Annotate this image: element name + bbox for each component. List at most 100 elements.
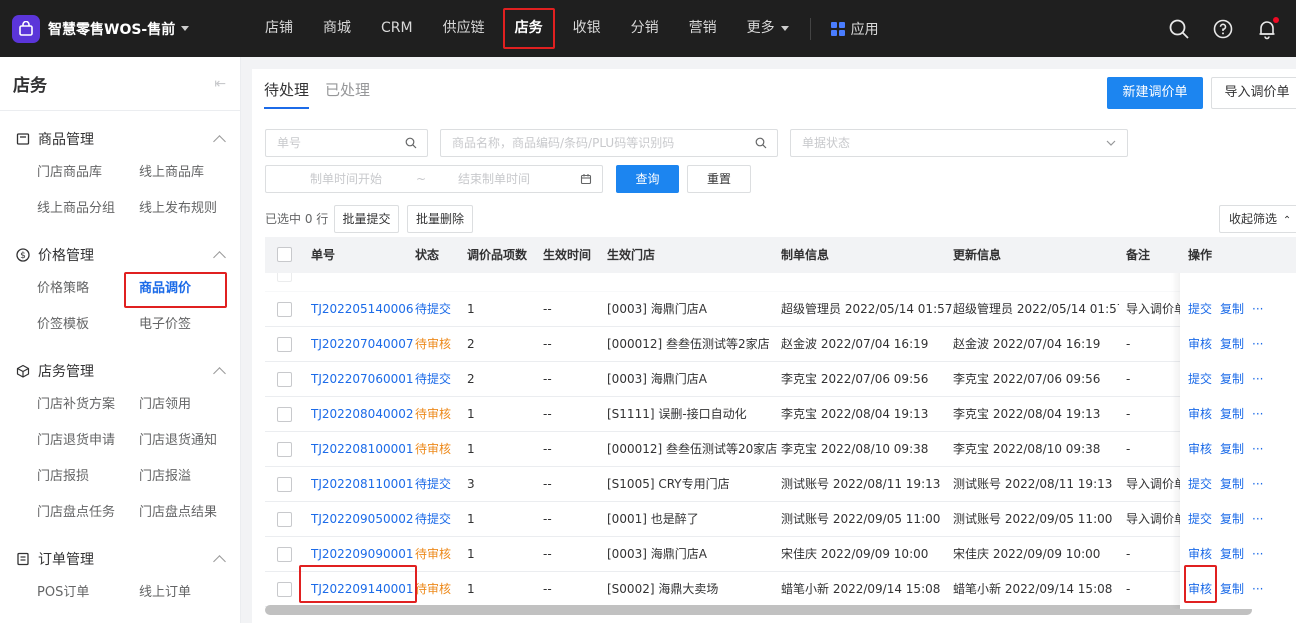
nav-item-distribution[interactable]: 分销 — [616, 0, 674, 57]
nav-item-marketing[interactable]: 营销 — [674, 0, 732, 57]
select-all-checkbox[interactable] — [277, 247, 292, 262]
sidebar-item-replenish[interactable]: 门店补货方案 — [37, 387, 139, 423]
collapse-sidebar-icon[interactable]: ⇤ — [214, 76, 226, 92]
order-no-link[interactable]: TJ202208040002 — [311, 397, 414, 432]
copy-link[interactable]: 复制 — [1220, 582, 1244, 596]
status-select[interactable]: 单据状态 — [790, 129, 1128, 157]
tab-processed[interactable]: 已处理 — [325, 79, 370, 109]
import-adjustment-button[interactable]: 导入调价单 — [1211, 77, 1296, 109]
horizontal-scrollbar[interactable] — [265, 605, 1252, 615]
order-no-link[interactable]: TJ202205140006 — [311, 292, 414, 327]
order-no-link[interactable]: TJ202209090001 — [311, 537, 414, 572]
help-icon[interactable] — [1212, 18, 1234, 40]
sidebar-item-stocktake-result[interactable]: 门店盘点结果 — [139, 495, 241, 531]
order-no-link[interactable]: TJ202209140001 — [311, 572, 414, 607]
batch-submit-button[interactable]: 批量提交 — [334, 205, 399, 233]
app-switcher[interactable]: 智慧零售WOS-售前 — [0, 14, 250, 43]
action-primary-link[interactable]: 审核 — [1188, 337, 1212, 351]
action-primary-link[interactable]: 提交 — [1188, 302, 1212, 316]
sidebar-item-online-orders[interactable]: 线上订单 — [139, 575, 241, 611]
row-checkbox[interactable] — [277, 407, 292, 422]
row-checkbox[interactable] — [277, 512, 292, 527]
order-no-input[interactable]: 单号 — [265, 129, 428, 157]
more-actions-icon[interactable]: ··· — [1252, 302, 1263, 316]
reset-button[interactable]: 重置 — [687, 165, 751, 193]
sidebar-item-pos-orders[interactable]: POS订单 — [37, 575, 139, 611]
action-primary-link[interactable]: 审核 — [1188, 442, 1212, 456]
more-actions-icon[interactable]: ··· — [1252, 407, 1263, 421]
sidebar-item-label-template[interactable]: 价签模板 — [37, 307, 139, 343]
sidebar-group-head[interactable]: 店务管理 — [16, 361, 226, 381]
row-checkbox[interactable] — [277, 372, 292, 387]
sidebar-item-online-products[interactable]: 线上商品库 — [139, 155, 241, 191]
sidebar-item-stocktake-task[interactable]: 门店盘点任务 — [37, 495, 139, 531]
nav-item-supply-chain[interactable]: 供应链 — [428, 0, 500, 57]
order-no-link[interactable]: TJ202209050002 — [311, 502, 414, 537]
query-button[interactable]: 查询 — [616, 165, 679, 193]
search-icon[interactable] — [1168, 18, 1190, 40]
more-actions-icon[interactable]: ··· — [1252, 582, 1263, 596]
action-primary-link[interactable]: 提交 — [1188, 372, 1212, 386]
sidebar-group-head[interactable]: $ 价格管理 — [16, 245, 226, 265]
more-actions-icon[interactable]: ··· — [1252, 337, 1263, 351]
copy-link[interactable]: 复制 — [1220, 302, 1244, 316]
row-checkbox[interactable] — [277, 547, 292, 562]
row-checkbox[interactable] — [277, 337, 292, 352]
copy-link[interactable]: 复制 — [1220, 442, 1244, 456]
copy-link[interactable]: 复制 — [1220, 477, 1244, 491]
collapse-filter-button[interactable]: 收起筛选 ⌃ — [1219, 205, 1296, 233]
action-primary-link[interactable]: 提交 — [1188, 477, 1212, 491]
tab-pending[interactable]: 待处理 — [264, 79, 310, 109]
sidebar-item-publish-rules[interactable]: 线上发布规则 — [139, 191, 241, 227]
row-actions: 审核 复制 ··· — [1188, 537, 1271, 572]
date-range-picker[interactable]: 制单时间开始 ~ 结束制单时间 — [265, 165, 603, 193]
more-actions-icon[interactable]: ··· — [1252, 477, 1263, 491]
order-no-link[interactable]: TJ202208110001 — [311, 467, 414, 502]
order-no-link[interactable]: TJ202207060001 — [311, 362, 414, 397]
sidebar-item-return-notice[interactable]: 门店退货通知 — [139, 423, 241, 459]
nav-item-mall[interactable]: 商城 — [308, 0, 366, 57]
sidebar-item-store-products[interactable]: 门店商品库 — [37, 155, 139, 191]
order-no-link[interactable]: TJ202208100001 — [311, 432, 414, 467]
action-primary-link[interactable]: 审核 — [1188, 547, 1212, 561]
more-actions-icon[interactable]: ··· — [1252, 512, 1263, 526]
sidebar-group-product: 商品管理 门店商品库 线上商品库 线上商品分组 线上发布规则 — [0, 129, 240, 227]
nav-item-more[interactable]: 更多 — [732, 0, 804, 57]
nav-item-crm[interactable]: CRM — [366, 0, 428, 57]
sidebar-group-head[interactable]: 商品管理 — [16, 129, 226, 149]
copy-link[interactable]: 复制 — [1220, 372, 1244, 386]
sidebar-item-requisition[interactable]: 门店领用 — [139, 387, 241, 423]
copy-link[interactable]: 复制 — [1220, 407, 1244, 421]
nav-item-store-ops[interactable]: 店务 — [500, 0, 558, 57]
updated-info: 宋佳庆 2022/09/09 10:00 — [953, 547, 1101, 561]
sidebar-item-overflow[interactable]: 门店报溢 — [139, 459, 241, 495]
more-actions-icon[interactable]: ··· — [1252, 372, 1263, 386]
row-checkbox[interactable] — [277, 477, 292, 492]
more-actions-icon[interactable]: ··· — [1252, 442, 1263, 456]
row-checkbox[interactable] — [277, 442, 292, 457]
nav-apps[interactable]: 应用 — [817, 19, 879, 39]
order-no-placeholder: 单号 — [277, 136, 302, 150]
sidebar-group-head[interactable]: 订单管理 — [16, 549, 226, 569]
copy-link[interactable]: 复制 — [1220, 337, 1244, 351]
nav-item-store[interactable]: 店铺 — [250, 0, 308, 57]
new-adjustment-button[interactable]: 新建调价单 — [1107, 77, 1203, 109]
sidebar-item-price-adjust[interactable]: 商品调价 — [124, 271, 241, 308]
action-primary-link[interactable]: 审核 — [1188, 582, 1212, 596]
copy-link[interactable]: 复制 — [1220, 512, 1244, 526]
more-actions-icon[interactable]: ··· — [1252, 547, 1263, 561]
action-primary-link[interactable]: 提交 — [1188, 512, 1212, 526]
order-no-link[interactable]: TJ202207040007 — [311, 327, 414, 362]
row-checkbox[interactable] — [277, 582, 292, 597]
notification-bell-icon[interactable] — [1256, 16, 1279, 40]
row-checkbox[interactable] — [277, 302, 292, 317]
sidebar-item-e-label[interactable]: 电子价签 — [139, 307, 241, 343]
copy-link[interactable]: 复制 — [1220, 547, 1244, 561]
sidebar-item-online-groups[interactable]: 线上商品分组 — [37, 191, 139, 227]
sidebar-item-return-request[interactable]: 门店退货申请 — [37, 423, 139, 459]
nav-item-cashier[interactable]: 收银 — [558, 0, 616, 57]
action-primary-link[interactable]: 审核 — [1188, 407, 1212, 421]
batch-delete-button[interactable]: 批量删除 — [407, 205, 473, 233]
product-search-input[interactable]: 商品名称，商品编码/条码/PLU码等识别码 — [440, 129, 778, 157]
sidebar-item-loss[interactable]: 门店报损 — [37, 459, 139, 495]
